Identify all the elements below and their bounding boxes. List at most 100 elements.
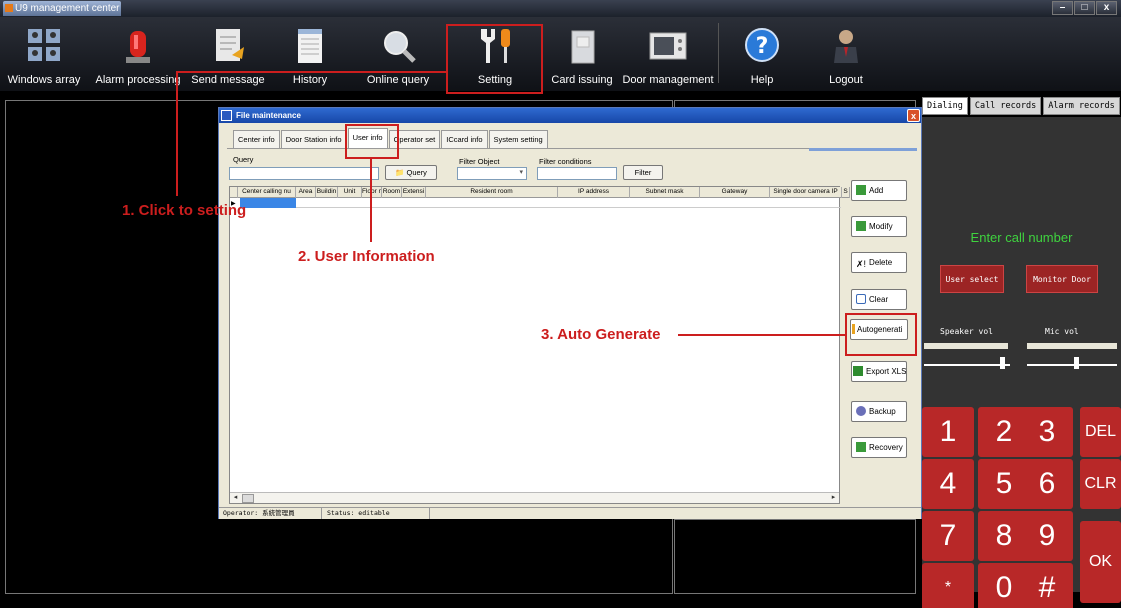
query-input[interactable] <box>229 167 379 180</box>
toolbar-label: History <box>292 74 328 86</box>
annotation-line <box>176 71 178 196</box>
column-header[interactable]: IP address <box>558 187 630 198</box>
filter-object-select[interactable]: ▾ <box>457 167 527 180</box>
key-hash[interactable]: # <box>1021 563 1073 608</box>
column-header[interactable]: Buildin <box>316 187 338 198</box>
backup-button[interactable]: Backup <box>851 401 907 422</box>
query-label: Query <box>233 155 254 164</box>
key-7[interactable]: 7 <box>922 511 974 561</box>
clear-button-label: Clear <box>869 295 889 304</box>
maximize-button[interactable]: □ <box>1074 1 1095 15</box>
clear-icon <box>856 294 866 304</box>
selected-cell[interactable] <box>240 198 296 208</box>
tab-door-station-info[interactable]: Door Station info <box>280 130 347 148</box>
magnifier-icon <box>384 31 416 63</box>
toolbar-alarm-processing-button[interactable]: Alarm processing <box>94 17 182 91</box>
toolbar-history-button[interactable]: History <box>270 17 350 91</box>
tab-call-records[interactable]: Call records <box>969 97 1042 115</box>
tab-center-info[interactable]: Center info <box>233 130 280 148</box>
app-icon <box>5 4 13 12</box>
clear-button[interactable]: Clear <box>851 289 907 310</box>
speaker-vol-bar <box>924 343 1008 349</box>
excel-icon <box>853 366 863 376</box>
add-button[interactable]: Add <box>851 180 907 201</box>
mic-vol-slider[interactable] <box>1027 364 1117 366</box>
key-clr[interactable]: CLR <box>1080 459 1121 509</box>
minimize-button[interactable]: – <box>1052 1 1073 15</box>
setting-highlight-box <box>446 24 543 94</box>
dialog-app-icon <box>221 110 232 121</box>
query-button[interactable]: 📁 Query <box>385 165 437 180</box>
speaker-vol-knob[interactable] <box>1000 357 1005 369</box>
speaker-vol-slider[interactable] <box>924 364 1010 366</box>
tab-iccard-info[interactable]: ICcard info <box>441 130 488 148</box>
toolbar-door-management-button[interactable]: Door management <box>622 17 714 91</box>
speaker-vol-label: Speaker vol <box>940 327 993 336</box>
table-row[interactable] <box>296 198 841 208</box>
key-del[interactable]: DEL <box>1080 407 1121 457</box>
query-icon: 📁 <box>395 168 407 177</box>
modify-button[interactable]: Modify <box>851 216 907 237</box>
toolbar-help-button[interactable]: ? Help <box>726 17 798 91</box>
column-header[interactable]: Extensi <box>402 187 426 198</box>
column-header[interactable]: Resident room <box>426 187 558 198</box>
toolbar-card-issuing-button[interactable]: Card issuing <box>546 17 618 91</box>
door-management-icon <box>649 32 687 60</box>
user-info-table: Center calling nu Area Buildin Unit Floo… <box>229 186 850 504</box>
toolbar-label: Help <box>750 74 774 86</box>
key-star[interactable]: * <box>922 563 974 608</box>
file-maintenance-dialog: File maintenance x Center info Door Stat… <box>218 107 922 519</box>
scroll-thumb[interactable] <box>242 494 254 503</box>
backup-button-label: Backup <box>869 407 896 416</box>
column-header[interactable]: Unit <box>338 187 362 198</box>
toolbar-send-message-button[interactable]: Send message <box>186 17 270 91</box>
delete-button[interactable]: ✗! Delete <box>851 252 907 273</box>
recovery-button[interactable]: Recovery <box>851 437 907 458</box>
column-header[interactable]: Center calling nu <box>238 187 296 198</box>
filter-conditions-input[interactable] <box>537 167 617 180</box>
toolbar-separator <box>718 23 719 83</box>
filter-button[interactable]: Filter <box>623 165 663 180</box>
toolbar-windows-array-button[interactable]: Windows array <box>0 17 88 91</box>
key-ok[interactable]: OK <box>1080 521 1121 603</box>
close-button[interactable]: x <box>1096 1 1117 15</box>
title-bar: U9 management center – □ x <box>0 0 1121 17</box>
column-header[interactable]: Area <box>296 187 316 198</box>
help-icon: ? <box>745 28 779 62</box>
key-1[interactable]: 1 <box>922 407 974 457</box>
scroll-right-icon[interactable]: ▸ <box>829 494 838 503</box>
toolbar-logout-button[interactable]: Logout <box>810 17 882 91</box>
toolbar-online-query-button[interactable]: Online query <box>356 17 440 91</box>
monitor-door-button[interactable]: Monitor Door <box>1026 265 1098 293</box>
column-header[interactable]: S <box>842 187 850 198</box>
key-6[interactable]: 6 <box>1021 459 1073 509</box>
tab-system-setting[interactable]: System setting <box>488 130 548 148</box>
column-header[interactable]: Gateway <box>700 187 770 198</box>
app-window: U9 management center – □ x Windows array… <box>0 0 1121 608</box>
column-header[interactable]: Floor n <box>362 187 382 198</box>
table-horizontal-scrollbar[interactable]: ◂ ▸ <box>230 492 839 503</box>
filter-object-label: Filter Object <box>459 157 500 166</box>
export-xls-button[interactable]: Export XLS <box>851 361 907 382</box>
key-4[interactable]: 4 <box>922 459 974 509</box>
card-issuing-icon <box>571 30 595 64</box>
alarm-light-icon <box>126 31 150 63</box>
filter-conditions-label: Filter conditions <box>539 157 592 166</box>
key-9[interactable]: 9 <box>1021 511 1073 561</box>
dialog-close-button[interactable]: x <box>907 109 920 122</box>
column-header[interactable]: Subnet mask <box>630 187 700 198</box>
svg-text:?: ? <box>756 34 769 59</box>
user-select-button[interactable]: User select <box>940 265 1004 293</box>
key-3[interactable]: 3 <box>1021 407 1073 457</box>
export-xls-button-label: Export XLS <box>866 367 907 376</box>
window-title: U9 management center <box>15 3 120 14</box>
toolbar-label: Send message <box>191 74 265 86</box>
column-header[interactable]: Room <box>382 187 402 198</box>
mic-vol-label: Mic vol <box>1045 327 1079 336</box>
tab-dialing[interactable]: Dialing <box>922 97 968 115</box>
user-info-highlight-box <box>345 124 399 159</box>
mic-vol-knob[interactable] <box>1074 357 1079 369</box>
column-header[interactable]: Single door camera IP <box>770 187 842 198</box>
tab-alarm-records[interactable]: Alarm records <box>1043 97 1120 115</box>
scroll-left-icon[interactable]: ◂ <box>231 494 240 503</box>
